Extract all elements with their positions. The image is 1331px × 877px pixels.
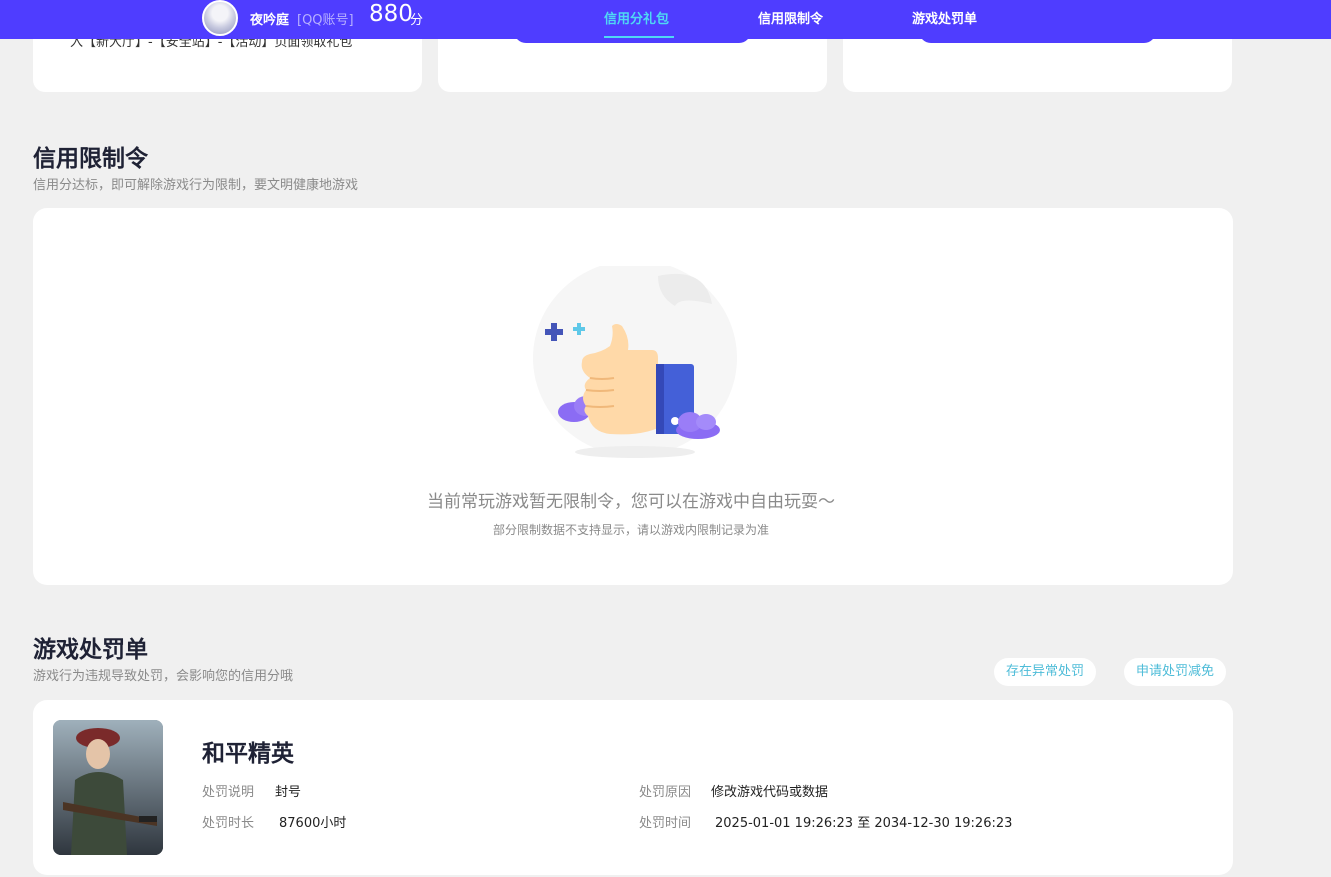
credit-score: 880 [369,1,413,27]
apply-reduction-button[interactable]: 申请处罚减免 [1124,658,1227,686]
active-tab-indicator [604,36,674,38]
punish-time-label: 处罚时间 [639,816,692,831]
abnormal-punishment-button[interactable]: 存在异常处罚 [994,658,1097,686]
avatar[interactable] [202,0,238,36]
punish-duration-label: 处罚时长 [202,816,255,831]
tab-credit-restriction[interactable]: 信用限制令 [758,8,823,27]
game-name: 和平精英 [202,741,294,767]
username: 夜吟庭 [250,13,290,28]
punishment-subtitle: 游戏行为违规导致处罚，会影响您的信用分哦 [33,669,294,684]
tab-game-punishment[interactable]: 游戏处罚单 [912,8,977,27]
punish-duration-value: 87600小时 [279,816,347,831]
credit-score-unit: 分 [410,13,424,28]
tab-credit-gift[interactable]: 信用分礼包 [604,8,669,27]
punish-reason-label: 处罚原因 [639,785,692,800]
game-thumbnail [53,720,163,855]
punish-desc-value: 封号 [275,785,302,800]
empty-state-message: 当前常玩游戏暂无限制令，您可以在游戏中自由玩耍～ [427,492,835,512]
empty-state-note: 部分限制数据不支持显示，请以游戏内限制记录为准 [492,523,769,537]
restriction-subtitle: 信用分达标，即可解除游戏行为限制，要文明健康地游戏 [33,178,359,193]
restriction-title: 信用限制令 [33,146,148,172]
punish-desc-label: 处罚说明 [202,785,255,800]
punish-reason-value: 修改游戏代码或数据 [711,785,829,800]
punishment-title: 游戏处罚单 [33,637,148,663]
top-nav-bar: 夜吟庭 [QQ账号] 880 分 信用分礼包 信用限制令 游戏处罚单 [0,0,1331,39]
punish-time-value: 2025-01-01 19:26:23 至 2034-12-30 19:26:2… [715,816,1013,831]
thumbs-up-illustration [533,266,737,458]
account-type: [QQ账号] [297,13,354,28]
